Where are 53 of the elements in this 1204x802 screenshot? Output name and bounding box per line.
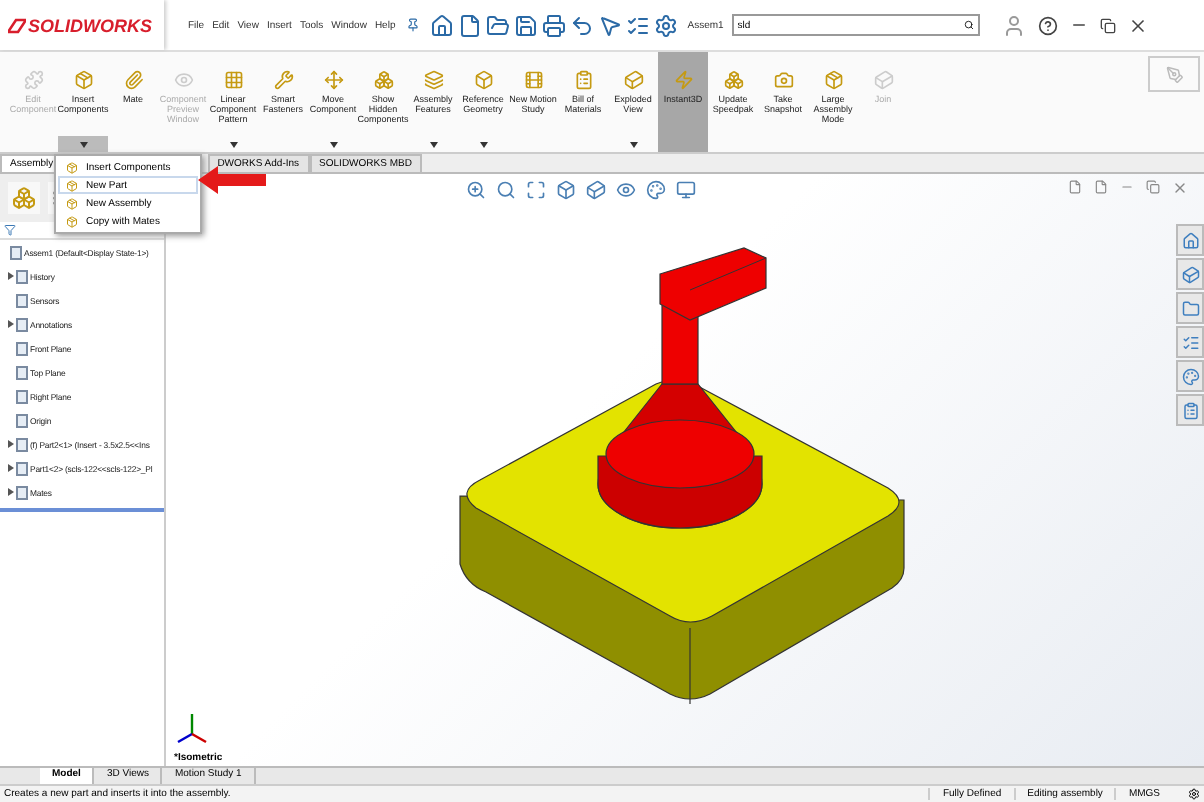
expand-arrow-icon[interactable] xyxy=(6,440,14,448)
cube-icon xyxy=(873,70,893,90)
search-icon[interactable] xyxy=(963,20,974,30)
eye-icon xyxy=(173,70,193,90)
pointer-arrow xyxy=(198,166,266,194)
caret-icon[interactable] xyxy=(58,136,108,152)
filter-icon[interactable] xyxy=(4,224,16,236)
film-icon xyxy=(523,70,543,90)
lightning-icon xyxy=(673,70,693,90)
expand-arrow-icon[interactable] xyxy=(6,488,14,496)
box-icon[interactable] xyxy=(586,180,606,200)
move-icon xyxy=(323,70,343,90)
folder-icon[interactable] xyxy=(1176,292,1204,324)
package-icon xyxy=(73,70,93,90)
grid-icon xyxy=(223,70,243,90)
palette-icon[interactable] xyxy=(646,180,666,200)
cube-icon[interactable] xyxy=(1176,258,1204,290)
logo: SOLIDWORKS xyxy=(0,0,164,50)
new-document-icon[interactable] xyxy=(455,9,484,41)
clipboard-icon xyxy=(573,70,593,90)
monitor-icon[interactable] xyxy=(676,180,696,200)
boxes-icon xyxy=(373,70,393,90)
split-view-icon[interactable] xyxy=(1068,180,1082,196)
home-icon[interactable] xyxy=(427,9,456,41)
expand-arrow-icon[interactable] xyxy=(6,272,14,280)
split-view-icon[interactable] xyxy=(1094,180,1108,196)
list-icon[interactable] xyxy=(1176,326,1204,358)
eye-icon[interactable] xyxy=(616,180,636,200)
wrench-icon xyxy=(273,70,293,90)
package-icon xyxy=(823,70,843,90)
axis-triad-icon xyxy=(177,714,207,744)
cube-icon xyxy=(623,70,643,90)
zoom-icon[interactable] xyxy=(466,180,486,200)
settings-icon[interactable] xyxy=(1188,788,1200,800)
camera-icon xyxy=(773,70,793,90)
cube-icon[interactable] xyxy=(556,180,576,200)
box-icon xyxy=(473,70,493,90)
puzzle-icon xyxy=(23,70,43,90)
expand-arrow-icon[interactable] xyxy=(6,464,14,472)
component-icon xyxy=(66,179,78,191)
expand-arrow-icon[interactable] xyxy=(6,320,14,328)
logo-icon xyxy=(8,17,26,33)
paperclip-icon xyxy=(123,70,143,90)
palette-icon[interactable] xyxy=(1176,360,1204,392)
print-icon[interactable] xyxy=(539,9,568,41)
component-icon xyxy=(66,161,78,173)
home-icon[interactable] xyxy=(1176,224,1204,256)
component-icon xyxy=(66,215,78,227)
list-icon[interactable] xyxy=(1176,394,1204,426)
layers-icon xyxy=(423,70,443,90)
boxes-icon xyxy=(723,70,743,90)
component-icon xyxy=(66,197,78,209)
expand-icon[interactable] xyxy=(526,180,546,200)
